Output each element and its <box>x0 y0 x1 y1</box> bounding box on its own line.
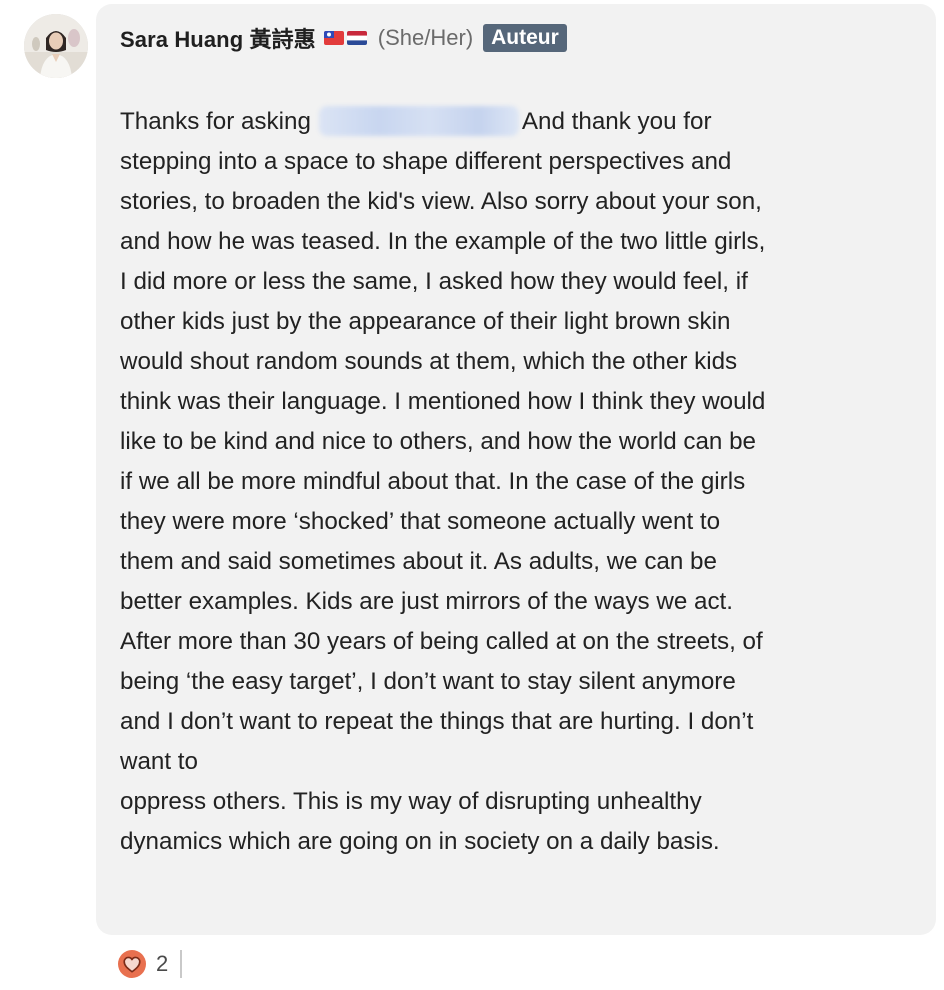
comment-line: if we all be more mindful about that. In… <box>120 462 920 502</box>
comment-line: they were more ‘shocked’ that someone ac… <box>120 502 920 542</box>
comment-line: oppress others. This is my way of disrup… <box>120 782 920 822</box>
netherlands-flag-icon <box>347 31 367 45</box>
author-name[interactable]: Sara Huang 黃詩惠 <box>120 22 316 54</box>
heart-icon <box>122 955 142 973</box>
comment-thread: Sara Huang 黃詩惠 (She/Her) Auteur Thanks f… <box>0 0 944 990</box>
comment-line-start: Thanks for asking <box>120 108 311 135</box>
avatar[interactable] <box>24 14 88 78</box>
reaction-count[interactable]: 2 <box>156 951 168 977</box>
comment-header: Sara Huang 黃詩惠 (She/Her) Auteur <box>120 22 567 54</box>
comment-line: think was their language. I mentioned ho… <box>120 382 920 422</box>
comment-line: better examples. Kids are just mirrors o… <box>120 582 920 622</box>
comment-line: want to <box>120 742 920 782</box>
comment-line: and how he was teased. In the example of… <box>120 222 920 262</box>
comment-line: them and said sometimes about it. As adu… <box>120 542 920 582</box>
mentioned-user-blurred[interactable] <box>319 106 519 136</box>
comment-line: stories, to broaden the kid's view. Also… <box>120 182 920 222</box>
comment-line: other kids just by the appearance of the… <box>120 302 920 342</box>
comment-line: like to be kind and nice to others, and … <box>120 422 920 462</box>
reactions-bar: 2 <box>118 948 182 980</box>
comment-line: After more than 30 years of being called… <box>120 622 920 662</box>
comment-line: dynamics which are going on in society o… <box>120 822 920 862</box>
author-pronouns: (She/Her) <box>378 25 473 51</box>
comment-line: stepping into a space to shape different… <box>120 142 920 182</box>
comment-line: I did more or less the same, I asked how… <box>120 262 920 302</box>
comment-line: and I don’t want to repeat the things th… <box>120 702 920 742</box>
reaction-divider <box>180 950 182 978</box>
comment-line: would shout random sounds at them, which… <box>120 342 920 382</box>
comment-line-end: And thank you for <box>522 108 712 135</box>
heart-reaction-button[interactable] <box>118 950 146 978</box>
avatar-photo <box>24 14 88 78</box>
author-flags <box>324 31 367 45</box>
comment-text: Thanks for asking And thank you for stepp… <box>120 102 920 862</box>
taiwan-flag-icon <box>324 31 344 45</box>
comment-line: Thanks for asking And thank you for <box>120 102 920 142</box>
author-badge: Auteur <box>483 24 567 52</box>
comment-line: being ‘the easy target’, I don’t want to… <box>120 662 920 702</box>
